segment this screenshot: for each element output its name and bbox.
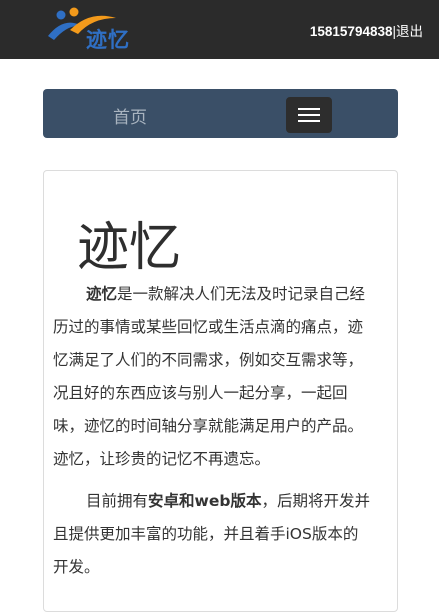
- intro-paragraph: 迹忆是一款解决人们无法及时记录自己经 历过的事情或某些回忆或生活点滴的痛点，迹 …: [53, 278, 391, 476]
- navbar: 首页: [43, 89, 398, 138]
- hamburger-icon: [298, 108, 320, 110]
- menu-toggle-button[interactable]: [286, 97, 332, 133]
- logo[interactable]: 迹忆: [46, 6, 136, 58]
- text-line: 迹忆是一款解决人们无法及时记录自己经: [53, 278, 391, 311]
- text-line: 历过的事情或某些回忆或生活点滴的痛点，迹: [53, 318, 364, 336]
- text-line: 忆满足了人们的不同需求，例如交互需求等，: [53, 351, 364, 369]
- platform-highlight: 安卓和web版本: [148, 492, 262, 510]
- text-line: 迹忆，让珍贵的记忆不再遗忘。: [53, 450, 271, 468]
- text-fragment: 目前拥有: [86, 492, 149, 510]
- logo-text: 迹忆: [86, 28, 130, 52]
- content-panel: 迹忆 迹忆是一款解决人们无法及时记录自己经 历过的事情或某些回忆或生活点滴的痛点…: [43, 170, 398, 612]
- page-title: 迹忆: [77, 218, 182, 278]
- text-line: 况且好的东西应该与别人一起分享，一起回: [53, 384, 348, 402]
- text-line: 味，迹忆的时间轴分享就能满足用户的产品。: [53, 417, 364, 435]
- text-line: 目前拥有安卓和web版本，后期将开发并: [53, 485, 391, 518]
- user-area: 15815794838|退出: [310, 20, 423, 40]
- logout-link[interactable]: 退出: [396, 24, 423, 39]
- text-line: 且提供更加丰富的功能，并且着手iOS版本的: [53, 525, 359, 543]
- top-header: 迹忆 15815794838|退出: [0, 0, 439, 59]
- text-fragment: 是一款解决人们无法及时记录自己经: [117, 285, 366, 303]
- nav-home-link[interactable]: 首页: [113, 103, 147, 128]
- brand-name: 迹忆: [86, 285, 118, 303]
- user-phone[interactable]: 15815794838: [310, 24, 393, 39]
- hamburger-icon: [298, 120, 320, 122]
- hamburger-icon: [298, 114, 320, 116]
- text-line: 开发。: [53, 558, 100, 576]
- text-fragment: ，后期将开发并: [261, 492, 370, 510]
- platform-paragraph: 目前拥有安卓和web版本，后期将开发并 且提供更加丰富的功能，并且着手iOS版本…: [53, 485, 391, 584]
